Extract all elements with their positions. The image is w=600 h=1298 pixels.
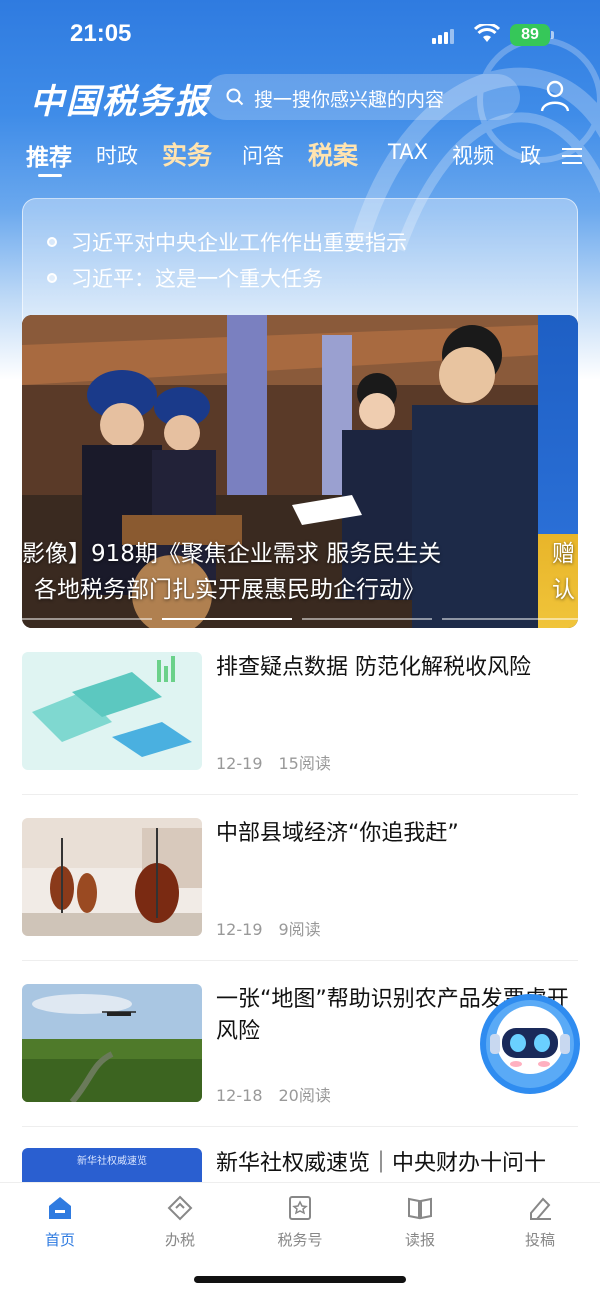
next-slide-caption-2: 认 [552, 577, 575, 603]
nav-read-paper[interactable]: 读报 [380, 1195, 460, 1250]
cellular-signal-icon [432, 28, 456, 44]
news-title: 中部县域经济“你追我赶” [216, 821, 459, 846]
tab-qa[interactable]: 问答 [242, 140, 284, 170]
carousel-caption-line1: 影像】918期《聚焦企业需求 服务民生关 [22, 541, 442, 567]
tab-politics[interactable]: 时政 [96, 140, 138, 170]
wifi-icon [474, 24, 500, 42]
ai-assistant-robot-icon[interactable] [478, 992, 582, 1096]
app-logo: 中国税务报 [30, 82, 210, 122]
user-profile-icon[interactable] [540, 80, 570, 112]
news-meta: 12-19 9阅读 [216, 916, 321, 940]
nav-tax-service[interactable]: 办税 [140, 1195, 220, 1250]
active-tab-indicator [38, 174, 62, 177]
tab-tax[interactable]: TAX [388, 140, 428, 164]
next-slide-caption-1: 赠 [552, 541, 575, 567]
tab-practice[interactable]: 实务 [162, 136, 212, 172]
news-date: 12-19 [216, 920, 263, 939]
battery-indicator: 89 [510, 24, 550, 46]
tab-tax-cases[interactable]: 税案 [308, 136, 358, 172]
news-thumbnail: 新华社权威速览 [22, 1148, 202, 1182]
nav-home[interactable]: 首页 [20, 1195, 100, 1250]
news-read-count: 20阅读 [278, 1086, 331, 1105]
headline-item[interactable]: 习近平：这是一个重大任务 [47, 263, 323, 293]
news-item[interactable]: 新华社权威速览 新华社权威速览｜中央财办十问十 [22, 1148, 578, 1182]
news-thumbnail [22, 652, 202, 770]
category-tabs: 推荐 时政 实务 问答 税案 TAX 视频 政 [0, 136, 600, 180]
news-title: 新华社权威速览｜中央财办十问十 [216, 1151, 547, 1176]
search-icon [226, 88, 244, 106]
news-item[interactable]: 中部县域经济“你追我赶” 12-19 9阅读 [22, 818, 578, 968]
tab-video[interactable]: 视频 [452, 140, 494, 170]
nav-tax-account[interactable]: 税务号 [260, 1195, 340, 1250]
search-bar[interactable]: 搜一搜你感兴趣的内容 [204, 74, 520, 120]
news-meta: 12-19 15阅读 [216, 750, 331, 774]
news-thumbnail [22, 984, 202, 1102]
edit-icon [530, 1197, 551, 1220]
news-title: 排查疑点数据 防范化解税收风险 [216, 655, 531, 680]
news-thumbnail [22, 818, 202, 936]
carousel-caption-line2: 各地税务部门扎实开展惠民助企行动》 [34, 577, 425, 603]
nav-submit[interactable]: 投稿 [500, 1195, 580, 1250]
news-item[interactable]: 排查疑点数据 防范化解税收风险 12-19 15阅读 [22, 652, 578, 802]
status-bar: 21:05 89 [0, 0, 600, 70]
news-read-count: 9阅读 [278, 920, 321, 939]
tab-policy[interactable]: 政 [520, 140, 541, 170]
bullet-icon [47, 273, 57, 283]
news-date: 12-19 [216, 754, 263, 773]
bullet-icon [47, 237, 57, 247]
search-placeholder: 搜一搜你感兴趣的内容 [254, 89, 445, 111]
news-meta: 12-18 20阅读 [216, 1082, 331, 1106]
menu-icon[interactable] [562, 148, 582, 164]
tab-recommend[interactable]: 推荐 [26, 138, 72, 172]
book-icon [408, 1197, 432, 1220]
home-indicator [194, 1276, 406, 1283]
headline-item[interactable]: 习近平对中央企业工作作出重要指示 [47, 227, 407, 257]
news-date: 12-18 [216, 1086, 263, 1105]
divider [22, 794, 578, 795]
divider [22, 1126, 578, 1127]
home-icon [49, 1197, 71, 1219]
star-badge-icon [289, 1196, 311, 1220]
carousel-indicators [22, 618, 578, 621]
clock: 21:05 [70, 20, 132, 47]
news-read-count: 15阅读 [278, 754, 331, 773]
battery-tip [551, 31, 554, 39]
divider [22, 960, 578, 961]
tax-service-icon [167, 1195, 193, 1221]
